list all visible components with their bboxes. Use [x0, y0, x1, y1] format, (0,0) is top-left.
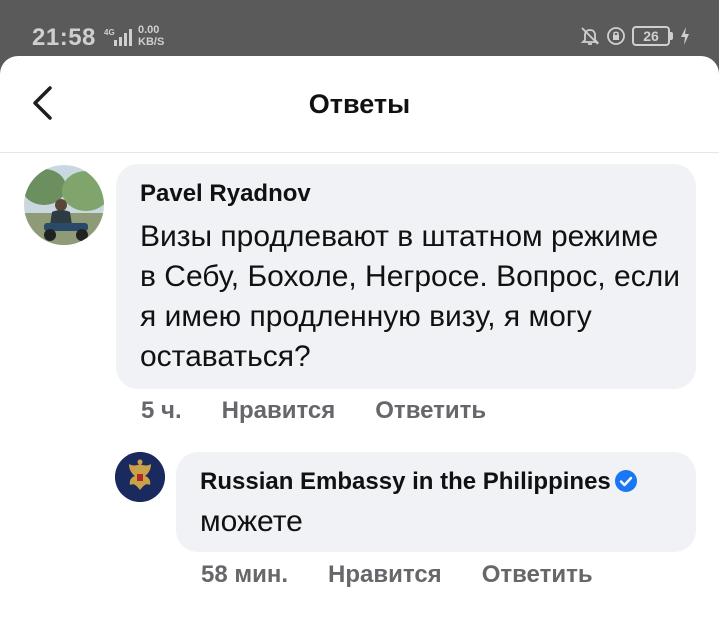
comment-author[interactable]: Pavel Ryadnov: [140, 180, 311, 208]
reply-button[interactable]: Ответить: [375, 397, 486, 425]
battery-level: 26: [632, 26, 670, 46]
verified-badge-icon: [614, 470, 637, 492]
comment-text: Визы продлевают в штатном режиме в Себу,…: [140, 220, 680, 373]
avatar[interactable]: [24, 165, 104, 245]
comment-time: 5 ч.: [141, 397, 182, 424]
speed-unit: KB/S: [138, 36, 165, 48]
comment-bubble: Pavel Ryadnov Визы продлевают в штатном …: [116, 164, 696, 389]
status-icons: 26: [580, 24, 691, 48]
network-type: 4G: [104, 28, 115, 37]
battery-icon: 26: [632, 26, 673, 46]
comment-time: 58 мин.: [201, 561, 289, 588]
comment-bubble: Russian Embassy in the Philippines может…: [176, 452, 696, 552]
network-speed: 0.00 KB/S: [138, 24, 164, 48]
comment-actions: 5 ч. Нравится Ответить: [141, 397, 526, 425]
embassy-emblem-icon: [115, 452, 165, 502]
data-saver-icon: [607, 27, 625, 45]
comment-actions: 58 мин. Нравится Ответить: [201, 561, 633, 589]
like-button[interactable]: Нравится: [222, 397, 336, 425]
like-button[interactable]: Нравится: [328, 561, 442, 589]
comment-text: можете: [200, 505, 303, 538]
comment-author[interactable]: Russian Embassy in the Philippines: [200, 468, 611, 495]
comment-author-wrap: Russian Embassy in the Philippines: [200, 468, 637, 496]
page-title: Ответы: [308, 89, 411, 119]
replies-sheet: Ответы Pavel Ryadnov Визы продлевают в ш…: [0, 56, 719, 637]
replies-header: Ответы: [0, 56, 719, 153]
signal-icon: 4G: [104, 28, 132, 46]
bell-off-icon: [580, 27, 600, 45]
reply-button[interactable]: Ответить: [482, 561, 593, 589]
charging-icon: [681, 27, 689, 45]
speed-value: 0.00: [138, 24, 160, 36]
avatar[interactable]: [115, 452, 165, 502]
status-bar: 21:58 4G 0.00 KB/S 26: [0, 0, 719, 56]
status-time: 21:58: [32, 24, 96, 51]
user-photo: [24, 165, 104, 245]
